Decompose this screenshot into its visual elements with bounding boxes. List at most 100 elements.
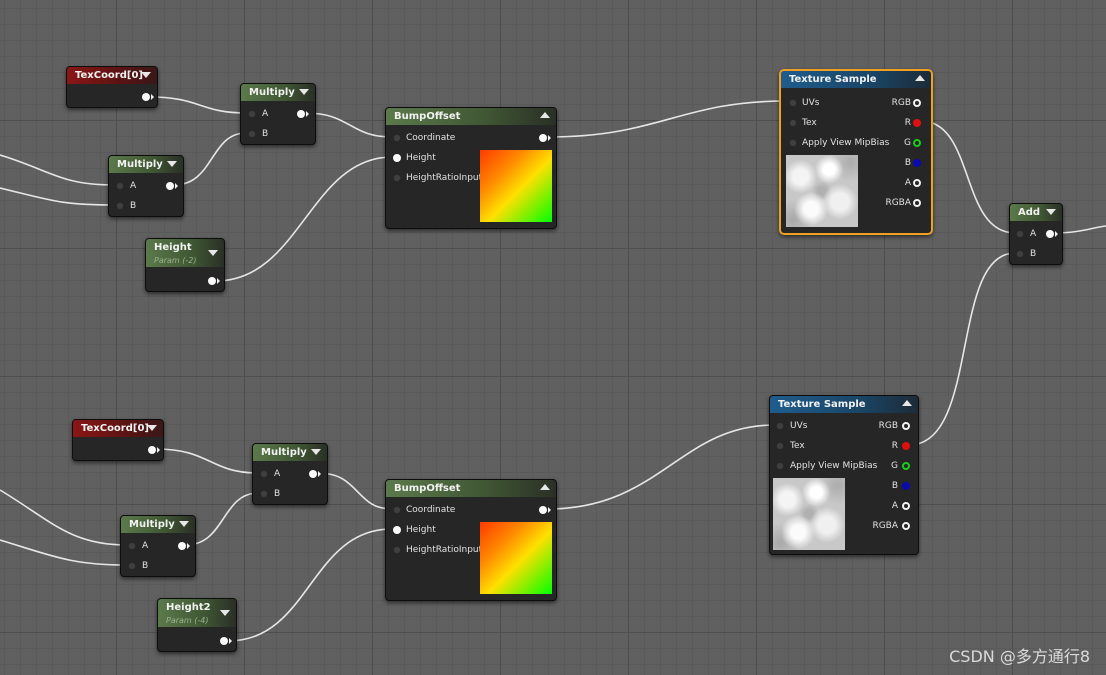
collapse-arrow-icon[interactable] (147, 425, 157, 431)
collapse-arrow-icon[interactable] (902, 400, 912, 406)
output-pin[interactable] (142, 93, 150, 101)
node-header[interactable]: BumpOffset (386, 480, 556, 497)
input-pin-b[interactable] (248, 130, 256, 138)
bumpoffset-node[interactable]: BumpOffset Coordinate Height HeightRatio… (385, 107, 557, 229)
output-pin-b[interactable] (902, 482, 910, 490)
node-header[interactable]: TexCoord[0] (67, 67, 157, 84)
input-pin-coordinate[interactable] (393, 134, 401, 142)
input-pin-uvs[interactable] (789, 99, 797, 107)
output-pin[interactable] (208, 277, 216, 285)
collapse-arrow-icon[interactable] (208, 250, 218, 256)
output-pin-g[interactable] (913, 139, 921, 147)
input-pin-a[interactable] (1016, 230, 1024, 238)
node-title: Height (154, 242, 192, 253)
pin-label: R (891, 441, 898, 451)
output-pin[interactable] (178, 542, 186, 550)
wire-offscreen-to-multiply-outer-a (0, 154, 115, 186)
wire-offscreen-to-multiply-outer-b (0, 187, 115, 206)
input-pin-b[interactable] (260, 490, 268, 498)
multiply-node[interactable]: Multiply A B (252, 443, 328, 505)
input-pin-mipbias[interactable] (789, 139, 797, 147)
texcoord-node[interactable]: TexCoord[0] (66, 66, 158, 108)
bumpoffset-node[interactable]: BumpOffset Coordinate Height HeightRatio… (385, 479, 557, 601)
output-pin[interactable] (166, 182, 174, 190)
pin-arrow-icon (318, 471, 321, 477)
output-pin-rgba[interactable] (913, 199, 921, 207)
output-pin[interactable] (1046, 230, 1054, 238)
collapse-arrow-icon[interactable] (299, 89, 309, 95)
height-param-node[interactable]: Height Param (-2) (145, 238, 225, 292)
multiply-node[interactable]: Multiply A B (240, 83, 316, 145)
input-pin-height[interactable] (393, 154, 401, 162)
node-header[interactable]: Multiply (121, 516, 195, 533)
collapse-arrow-icon[interactable] (1046, 209, 1056, 215)
pin-label: RGBA (872, 521, 898, 531)
input-pin-uvs[interactable] (776, 422, 784, 430)
output-pin-a[interactable] (913, 179, 921, 187)
collapse-arrow-icon[interactable] (311, 449, 321, 455)
input-pin-tex[interactable] (776, 442, 784, 450)
collapse-arrow-icon[interactable] (167, 161, 177, 167)
input-pin-a[interactable] (128, 542, 136, 550)
texture-sample-node[interactable]: Texture Sample UVs Tex Apply View MipBia… (769, 395, 919, 555)
input-pin-mipbias[interactable] (776, 462, 784, 470)
input-pin-b[interactable] (116, 202, 124, 210)
texture-sample-node[interactable]: Texture Sample UVs Tex Apply View MipBia… (779, 69, 933, 235)
input-pin-coordinate[interactable] (393, 506, 401, 514)
multiply-node[interactable]: Multiply A B (120, 515, 196, 577)
node-header[interactable]: Height2 Param (-4) (158, 599, 236, 627)
node-header[interactable]: Add (1010, 204, 1062, 221)
input-pin-height-ratio[interactable] (393, 546, 401, 554)
output-pin-rgb[interactable] (913, 99, 921, 107)
wire-offscreen-to-multiply2-outer-b (0, 539, 127, 566)
pin-label: RGBA (885, 198, 911, 208)
input-pin-b[interactable] (128, 562, 136, 570)
collapse-arrow-icon[interactable] (540, 112, 550, 118)
output-pin[interactable] (220, 637, 228, 645)
node-header[interactable]: Height Param (-2) (146, 239, 224, 267)
input-pin-height-ratio[interactable] (393, 174, 401, 182)
input-pin-a[interactable] (116, 182, 124, 190)
output-pin-g[interactable] (902, 462, 910, 470)
output-pin-rgb[interactable] (902, 422, 910, 430)
input-pin-a[interactable] (248, 110, 256, 118)
collapse-arrow-icon[interactable] (540, 484, 550, 490)
node-header[interactable]: Multiply (253, 444, 327, 461)
pin-label: Coordinate (406, 505, 456, 515)
output-pin[interactable] (148, 446, 156, 454)
output-pin-rgba[interactable] (902, 522, 910, 530)
node-title: TexCoord[0] (75, 70, 143, 81)
node-header[interactable]: Texture Sample (781, 71, 931, 88)
node-header[interactable]: Multiply (241, 84, 315, 101)
output-pin[interactable] (297, 110, 305, 118)
texcoord-node[interactable]: TexCoord[0] (72, 419, 164, 461)
output-pin-a[interactable] (902, 502, 910, 510)
output-pin[interactable] (309, 470, 317, 478)
output-pin[interactable] (539, 134, 547, 142)
input-pin-a[interactable] (260, 470, 268, 478)
collapse-arrow-icon[interactable] (915, 75, 925, 81)
height-param-node[interactable]: Height2 Param (-4) (157, 598, 237, 652)
add-node[interactable]: Add A B (1009, 203, 1063, 265)
node-title: Texture Sample (778, 399, 866, 410)
output-pin[interactable] (539, 506, 547, 514)
input-pin-height[interactable] (393, 526, 401, 534)
output-pin-b[interactable] (913, 159, 921, 167)
node-title: BumpOffset (394, 111, 461, 122)
node-header[interactable]: Multiply (109, 156, 183, 173)
output-pin-r[interactable] (913, 119, 921, 127)
input-pin-b[interactable] (1016, 250, 1024, 258)
multiply-node[interactable]: Multiply A B (108, 155, 184, 217)
node-header[interactable]: BumpOffset (386, 108, 556, 125)
watermark: CSDN @多方通行8 (949, 647, 1090, 666)
wire-texture2-r-to-add-b (908, 252, 1016, 446)
input-pin-tex[interactable] (789, 119, 797, 127)
collapse-arrow-icon[interactable] (220, 610, 230, 616)
collapse-arrow-icon[interactable] (179, 521, 189, 527)
node-header[interactable]: TexCoord[0] (73, 420, 163, 437)
collapse-arrow-icon[interactable] (141, 72, 151, 78)
pin-label: Apply View MipBias (802, 138, 890, 148)
node-header[interactable]: Texture Sample (770, 396, 918, 413)
output-pin-r[interactable] (902, 442, 910, 450)
pin-label: Tex (790, 441, 805, 451)
